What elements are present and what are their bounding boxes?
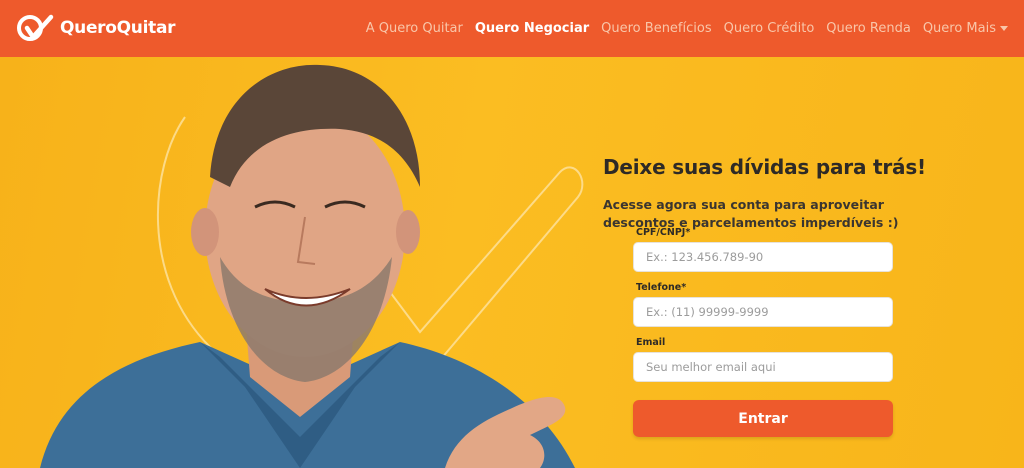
email-label: Email [636, 337, 666, 348]
hero-photo-smiling-man [40, 64, 584, 468]
qq-check-logo-icon [17, 14, 54, 41]
cpf-input[interactable] [633, 242, 893, 272]
nav-quero-negociar[interactable]: Quero Negociar [475, 21, 589, 36]
nav-quero-beneficios[interactable]: Quero Benefícios [601, 21, 711, 36]
email-input[interactable] [633, 352, 893, 382]
phone-label: Telefone* [636, 282, 687, 293]
submit-button[interactable]: Entrar [633, 400, 893, 437]
cpf-label: CPF/CNPJ* [636, 227, 691, 238]
nav-quero-mais-label: Quero Mais [922, 21, 996, 36]
nav-a-quero-quitar[interactable]: A Quero Quitar [366, 21, 463, 36]
nav-quero-credito[interactable]: Quero Crédito [724, 21, 815, 36]
brand-name: QueroQuitar [60, 18, 176, 38]
nav-quero-mais[interactable]: Quero Mais [923, 21, 1008, 36]
main-nav: A Quero Quitar Quero Negociar Quero Bene… [354, 0, 1008, 57]
caret-down-icon [1000, 26, 1008, 31]
hero-title: Deixe suas dívidas para trás! [603, 155, 926, 179]
nav-quero-renda[interactable]: Quero Renda [826, 21, 911, 36]
top-navbar: QueroQuitar A Quero Quitar Quero Negocia… [0, 0, 1024, 57]
brand-logo[interactable]: QueroQuitar [14, 11, 176, 45]
phone-input[interactable] [633, 297, 893, 327]
